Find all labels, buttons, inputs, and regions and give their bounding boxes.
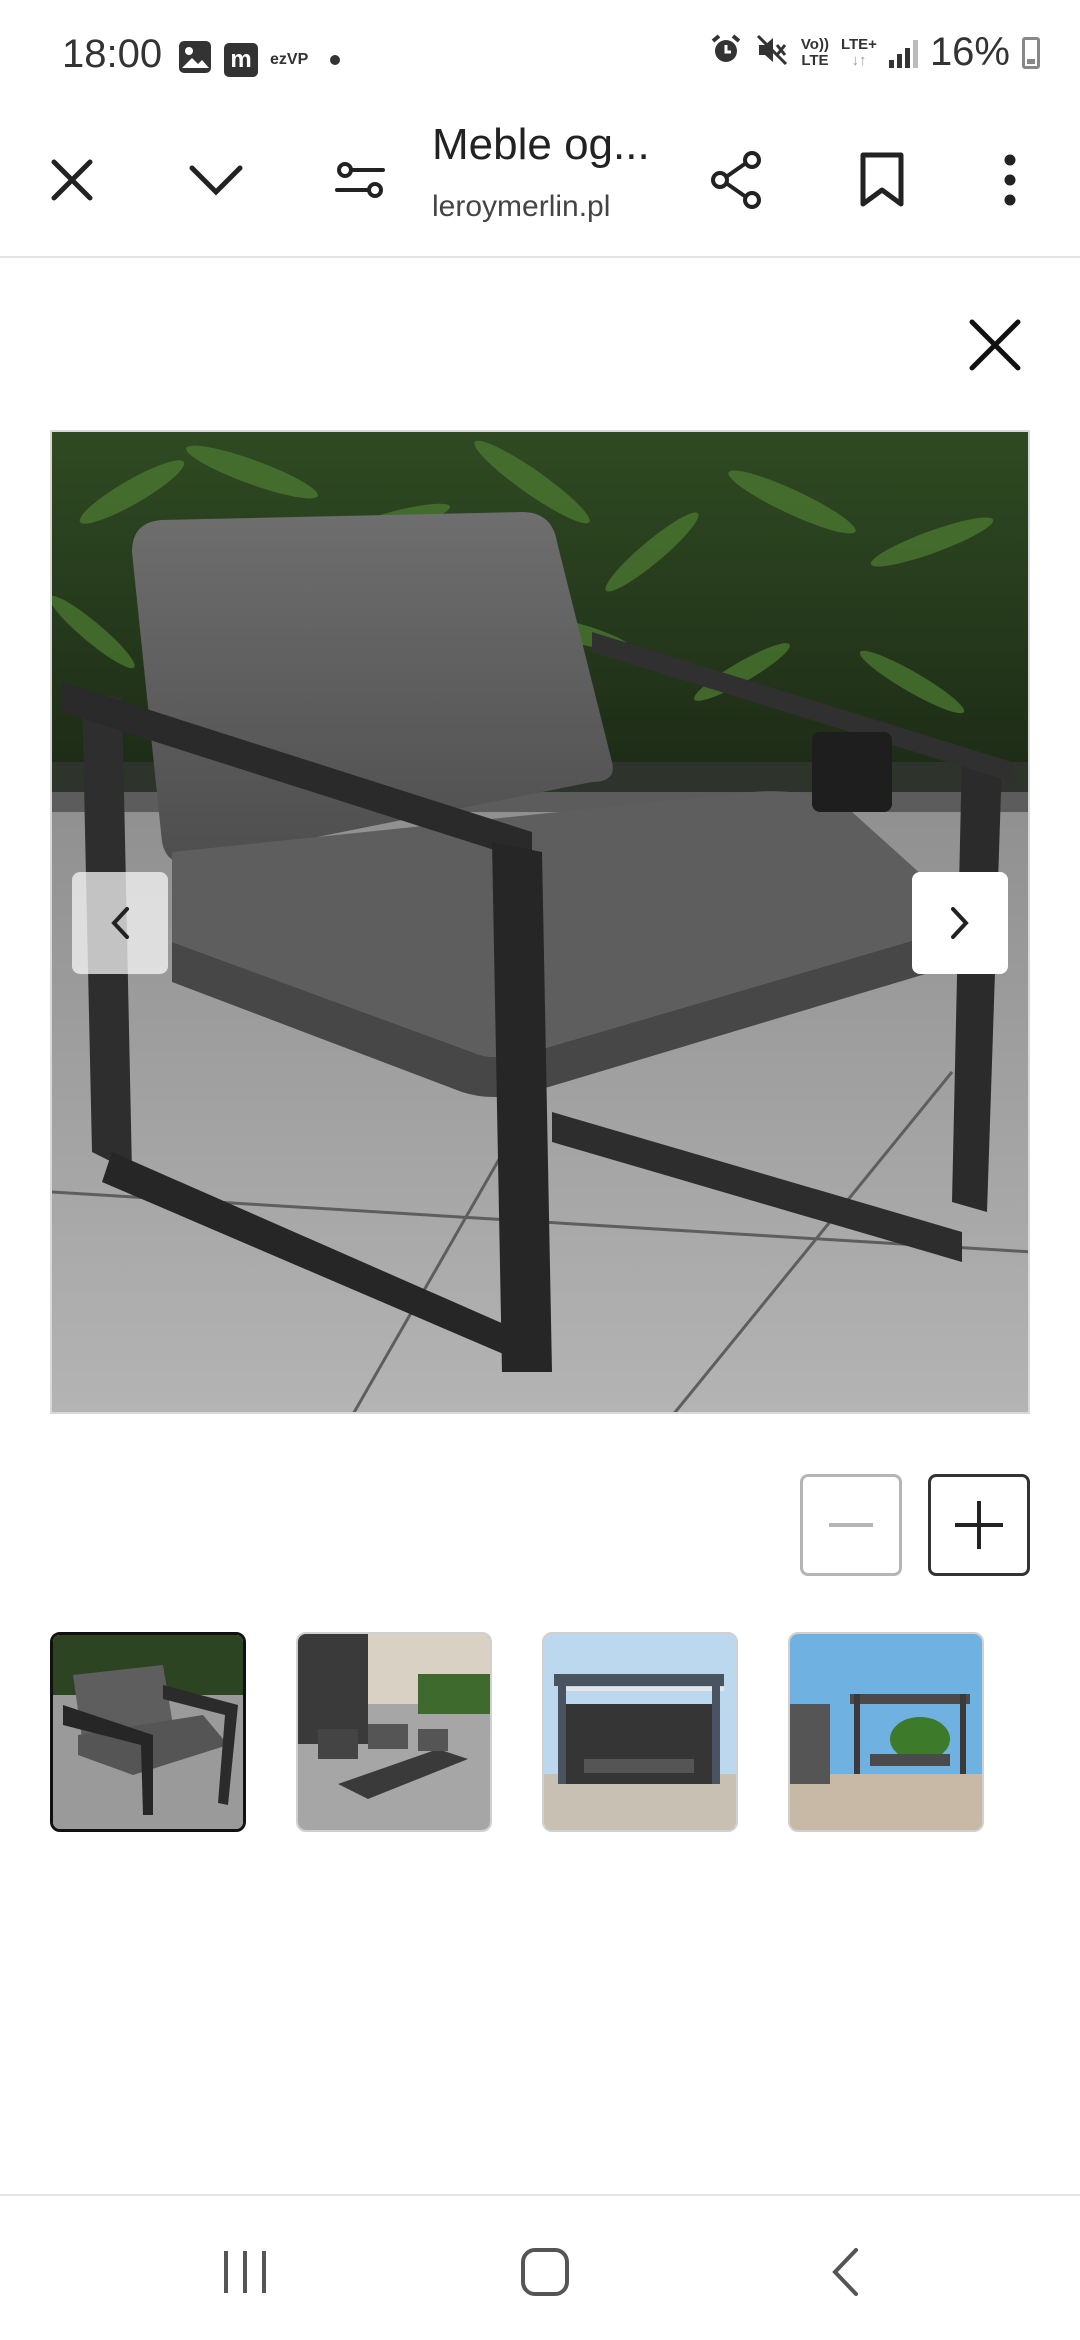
mute-icon	[755, 33, 789, 72]
thumbnail-4[interactable]	[788, 1632, 984, 1832]
data-arrows-icon: ↓↑	[851, 51, 867, 69]
home-icon	[521, 2248, 569, 2296]
battery-percent: 16%	[929, 30, 1010, 74]
more-notifications-dot	[330, 54, 341, 65]
battery-icon	[1022, 36, 1040, 69]
plus-icon	[955, 1501, 1003, 1549]
bookmark-icon	[860, 152, 904, 207]
thumbnail-strip	[50, 1632, 1030, 1834]
app-small-label: ezVP	[270, 50, 309, 68]
more-vert-icon	[1004, 154, 1016, 206]
volte-label: Vo))	[800, 35, 829, 53]
thumbnail-pergola-image	[544, 1634, 736, 1830]
gallery-notification-icon	[178, 40, 212, 79]
thumbnail-pergola-garden-image	[790, 1634, 982, 1830]
home-button[interactable]	[500, 2232, 590, 2312]
page-domain[interactable]: leroymerlin.pl	[432, 190, 610, 224]
zoom-out-button[interactable]	[800, 1474, 902, 1576]
recent-apps-button[interactable]	[200, 2232, 290, 2312]
alarm-icon	[709, 33, 743, 72]
back-icon	[832, 2248, 858, 2296]
thumbnail-1[interactable]	[50, 1632, 246, 1832]
page-title[interactable]: Meble og...	[432, 120, 672, 170]
thumbnail-terrace-image	[298, 1634, 490, 1830]
tune-icon	[335, 162, 385, 198]
minimize-button[interactable]	[166, 130, 266, 230]
lte-plus-indicator: LTE+ ↓↑	[840, 35, 877, 69]
close-gallery-button[interactable]	[950, 300, 1040, 390]
recent-apps-icon	[224, 2251, 266, 2293]
chevron-right-icon	[951, 907, 969, 939]
bookmark-button[interactable]	[832, 130, 932, 230]
zoom-in-button[interactable]	[928, 1474, 1030, 1576]
status-time: 18:00	[62, 32, 163, 76]
lte-plus-label: LTE+	[840, 35, 877, 53]
chevron-down-icon	[189, 165, 243, 196]
signal-icon	[888, 38, 918, 68]
next-image-button[interactable]	[912, 872, 1008, 974]
share-button[interactable]	[688, 130, 788, 230]
more-menu-button[interactable]	[960, 130, 1060, 230]
lte-label: LTE	[801, 51, 829, 69]
thumbnail-3[interactable]	[542, 1632, 738, 1832]
status-bar: 18:00 m ezVP Vo)) LTE LTE+ ↓↑ 16%	[0, 0, 1080, 110]
notification-icons: m ezVP	[178, 40, 341, 79]
armchair-photo	[52, 432, 1028, 1412]
system-icons: Vo)) LTE LTE+ ↓↑ 16%	[709, 30, 1040, 75]
chevron-left-icon	[111, 907, 129, 939]
main-product-image[interactable]	[50, 430, 1030, 1414]
app-notification-icon: m	[224, 42, 258, 77]
page-settings-button[interactable]	[310, 130, 410, 230]
thumbnail-armchair-image	[53, 1635, 243, 1829]
system-navigation-bar	[0, 2194, 1080, 2340]
back-button[interactable]	[800, 2232, 890, 2312]
close-icon	[969, 319, 1021, 371]
thumbnail-2[interactable]	[296, 1632, 492, 1832]
volte-indicator: Vo)) LTE	[800, 35, 829, 69]
previous-image-button[interactable]	[72, 872, 168, 974]
minus-icon	[829, 1523, 873, 1527]
close-icon	[51, 159, 93, 201]
share-icon	[711, 151, 761, 209]
close-tab-button[interactable]	[22, 130, 122, 230]
